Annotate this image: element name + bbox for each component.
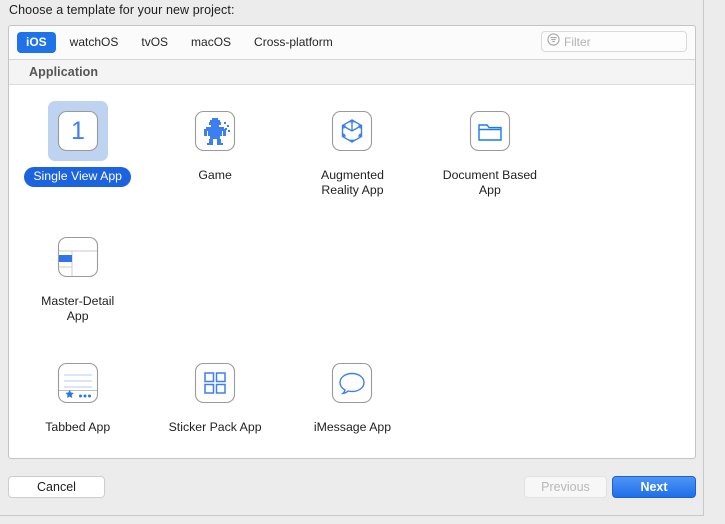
template-label: Document Based App bbox=[442, 168, 538, 197]
document-based-app-icon bbox=[460, 101, 520, 161]
dialog-button-bar: Cancel Previous Next bbox=[0, 466, 704, 510]
template-item-sticker-pack-app[interactable]: Sticker Pack App bbox=[146, 337, 283, 447]
tab-watchos[interactable]: watchOS bbox=[61, 32, 128, 53]
template-grid-application-row1: 1 Single View App Game Augmented Reality… bbox=[9, 85, 695, 337]
template-label: Single View App bbox=[24, 167, 132, 187]
template-item-imessage-app[interactable]: iMessage App bbox=[284, 337, 421, 447]
prompt-label: Choose a template for your new project: bbox=[9, 3, 235, 17]
template-grid-application-row2: Tabbed App Sticker Pack App iMessage App bbox=[9, 337, 695, 458]
platform-tabs: iOS watchOS tvOS macOS Cross-platform bbox=[17, 32, 347, 53]
svg-text:1: 1 bbox=[71, 117, 85, 145]
tabbed-app-icon bbox=[48, 353, 108, 413]
platform-tabbar: iOS watchOS tvOS macOS Cross-platform Fi… bbox=[9, 26, 695, 60]
augmented-reality-app-icon bbox=[322, 101, 382, 161]
grid-spacer bbox=[9, 447, 146, 458]
tab-cross-platform[interactable]: Cross-platform bbox=[245, 32, 342, 53]
template-item-master-detail-app[interactable]: Master-Detail App bbox=[9, 211, 146, 337]
next-button[interactable]: Next bbox=[612, 476, 696, 498]
cancel-button[interactable]: Cancel bbox=[8, 476, 105, 498]
section-header-application: Application bbox=[9, 60, 695, 85]
tab-macos[interactable]: macOS bbox=[182, 32, 240, 53]
template-label: Master-Detail App bbox=[41, 294, 115, 323]
game-icon bbox=[185, 101, 245, 161]
template-item-single-view-app[interactable]: 1 Single View App bbox=[9, 85, 146, 211]
template-label: Sticker Pack App bbox=[168, 420, 262, 434]
imessage-app-icon bbox=[322, 353, 382, 413]
template-label: Augmented Reality App bbox=[321, 168, 384, 197]
single-view-app-icon: 1 bbox=[47, 101, 108, 161]
tab-tvos[interactable]: tvOS bbox=[132, 32, 177, 53]
tab-ios[interactable]: iOS bbox=[17, 32, 56, 53]
grid-spacer bbox=[421, 337, 558, 447]
template-label: Game bbox=[198, 168, 232, 182]
template-label: iMessage App bbox=[313, 420, 392, 434]
template-chooser-panel: iOS watchOS tvOS macOS Cross-platform Fi… bbox=[8, 25, 696, 459]
new-project-template-dialog: Choose a template for your new project: … bbox=[0, 0, 704, 516]
previous-button[interactable]: Previous bbox=[524, 476, 607, 498]
template-item-tabbed-app[interactable]: Tabbed App bbox=[9, 337, 146, 447]
master-detail-app-icon bbox=[48, 227, 108, 287]
template-item-document-based-app[interactable]: Document Based App bbox=[421, 85, 558, 211]
filter-placeholder: Filter bbox=[564, 34, 591, 49]
template-item-augmented-reality-app[interactable]: Augmented Reality App bbox=[284, 85, 421, 211]
template-label: Tabbed App bbox=[45, 420, 111, 434]
filter-icon bbox=[547, 32, 560, 51]
section-title-application: Application bbox=[29, 65, 99, 79]
sticker-pack-app-icon bbox=[185, 353, 245, 413]
template-item-game[interactable]: Game bbox=[146, 85, 283, 211]
filter-field[interactable]: Filter bbox=[541, 31, 687, 52]
